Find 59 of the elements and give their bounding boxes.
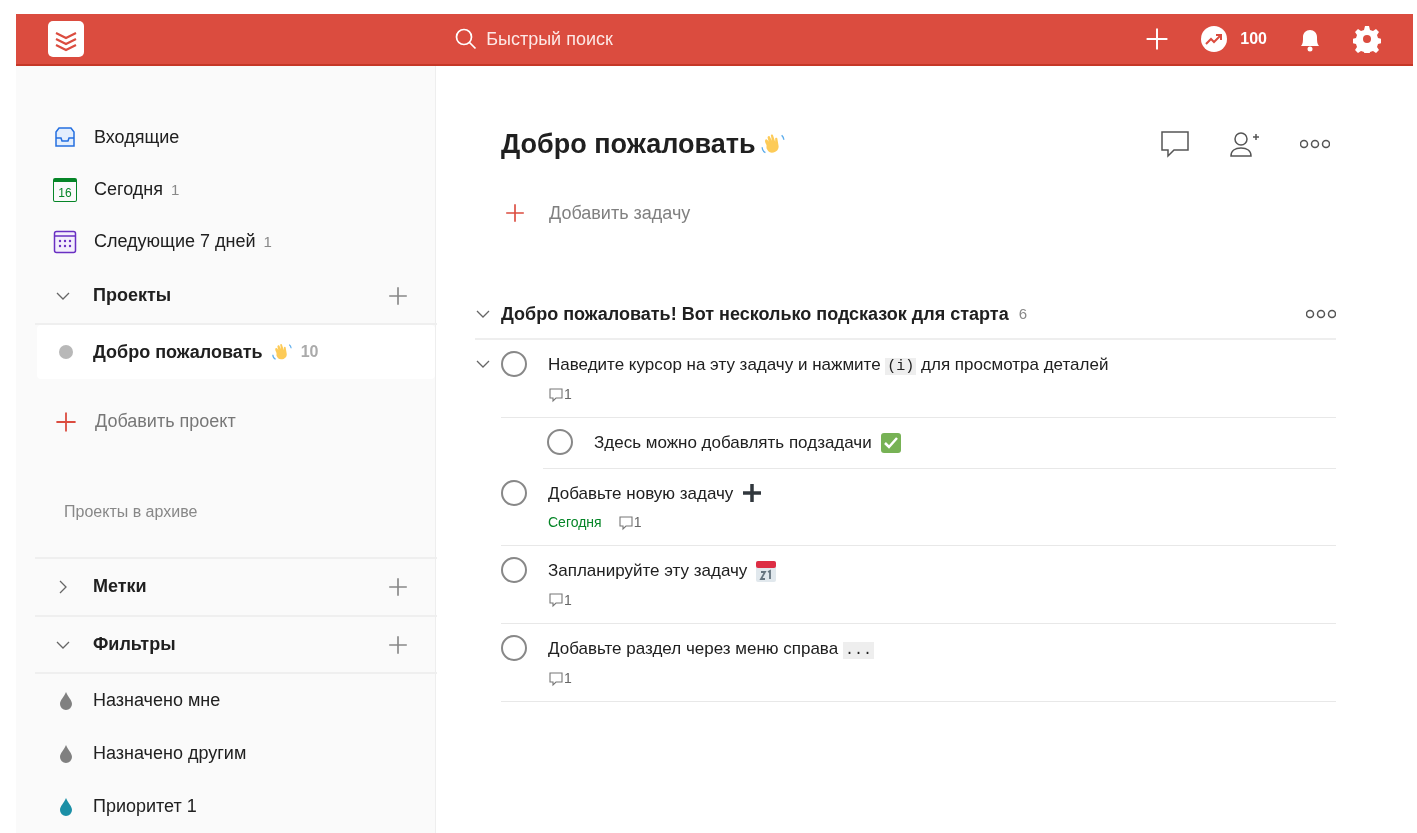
karma-count: 100 (1240, 29, 1267, 49)
add-person-icon[interactable] (1230, 131, 1260, 158)
more-icon[interactable] (1306, 309, 1336, 319)
inbox-icon (53, 125, 77, 150)
task-checkbox[interactable] (501, 479, 527, 506)
sidebar-item[interactable]: Входящие (94, 124, 180, 152)
task-title: Добавьте новую задачу (548, 482, 734, 505)
app-logo-icon[interactable] (48, 21, 84, 57)
task-checkbox[interactable] (547, 429, 573, 455)
calendar-day-icon: 16 (53, 177, 77, 202)
comment-icon (617, 514, 634, 531)
task-title: Запланируйте эту задачу (548, 560, 748, 582)
add-icon (54, 409, 78, 434)
item-count: 1 (171, 180, 180, 201)
calendar-grid-icon (53, 229, 77, 254)
task-checkbox[interactable] (501, 557, 527, 583)
plus-icon (741, 482, 764, 505)
sidebar-item[interactable]: Сегодня (94, 176, 163, 204)
comment-count: 1 (564, 590, 572, 610)
project-name: Добро пожаловать (93, 340, 263, 364)
project-title: Добро пожаловать (501, 128, 756, 161)
comment-count: 1 (633, 513, 642, 532)
comment-icon (548, 386, 564, 403)
task-title: Добавьте раздел через меню справа ... (548, 637, 874, 661)
search-icon (454, 27, 479, 51)
item-count: 10 (300, 342, 319, 363)
section-title: Добро пожаловать! Вот несколько подсказок для старта (501, 302, 1009, 326)
project-item[interactable]: Добро пожаловать 10 (37, 325, 435, 380)
comment-count: 1 (564, 669, 572, 688)
item-count: 1 (263, 232, 272, 253)
task-checkbox[interactable] (501, 634, 527, 661)
task-title: Здесь можно добавлять подзадачи (594, 432, 872, 454)
due-date[interactable]: Сегодня (548, 512, 602, 533)
task-checkbox[interactable] (501, 350, 527, 377)
search-field[interactable]: Быстрый поиск (486, 25, 687, 53)
comment-icon (548, 592, 564, 608)
more-icon[interactable] (1300, 139, 1330, 150)
section-count: 6 (1018, 303, 1028, 324)
sidebar-item[interactable]: Следующие 7 дней (94, 228, 256, 256)
check-mark-icon (879, 431, 902, 454)
comment-icon (548, 670, 564, 687)
trend-icon[interactable] (1200, 25, 1229, 53)
filter-item[interactable]: Назначено другим (93, 740, 247, 768)
add-icon (387, 284, 409, 307)
sidebar-section-title[interactable]: Метки (93, 573, 387, 601)
add-icon (387, 633, 409, 656)
add-icon (387, 575, 409, 598)
filter-item[interactable]: Назначено мне (93, 687, 221, 715)
add-icon (504, 202, 526, 224)
add-task-link[interactable]: Добавить задачу (549, 199, 691, 227)
settings-icon[interactable] (1353, 25, 1381, 53)
calendar-icon (755, 558, 778, 583)
sidebar-section-title[interactable]: Проекты (93, 282, 387, 309)
add-project-link[interactable]: Добавить проект (95, 408, 236, 436)
comment-count: 1 (564, 385, 572, 404)
comment-icon[interactable] (1160, 130, 1190, 159)
filter-item[interactable]: Приоритет 1 (93, 793, 197, 821)
task-title: Наведите курсор на эту задачу и нажмите (i) для просмотра деталей (548, 353, 1109, 377)
sidebar-section-title[interactable]: Фильтры (93, 631, 387, 659)
